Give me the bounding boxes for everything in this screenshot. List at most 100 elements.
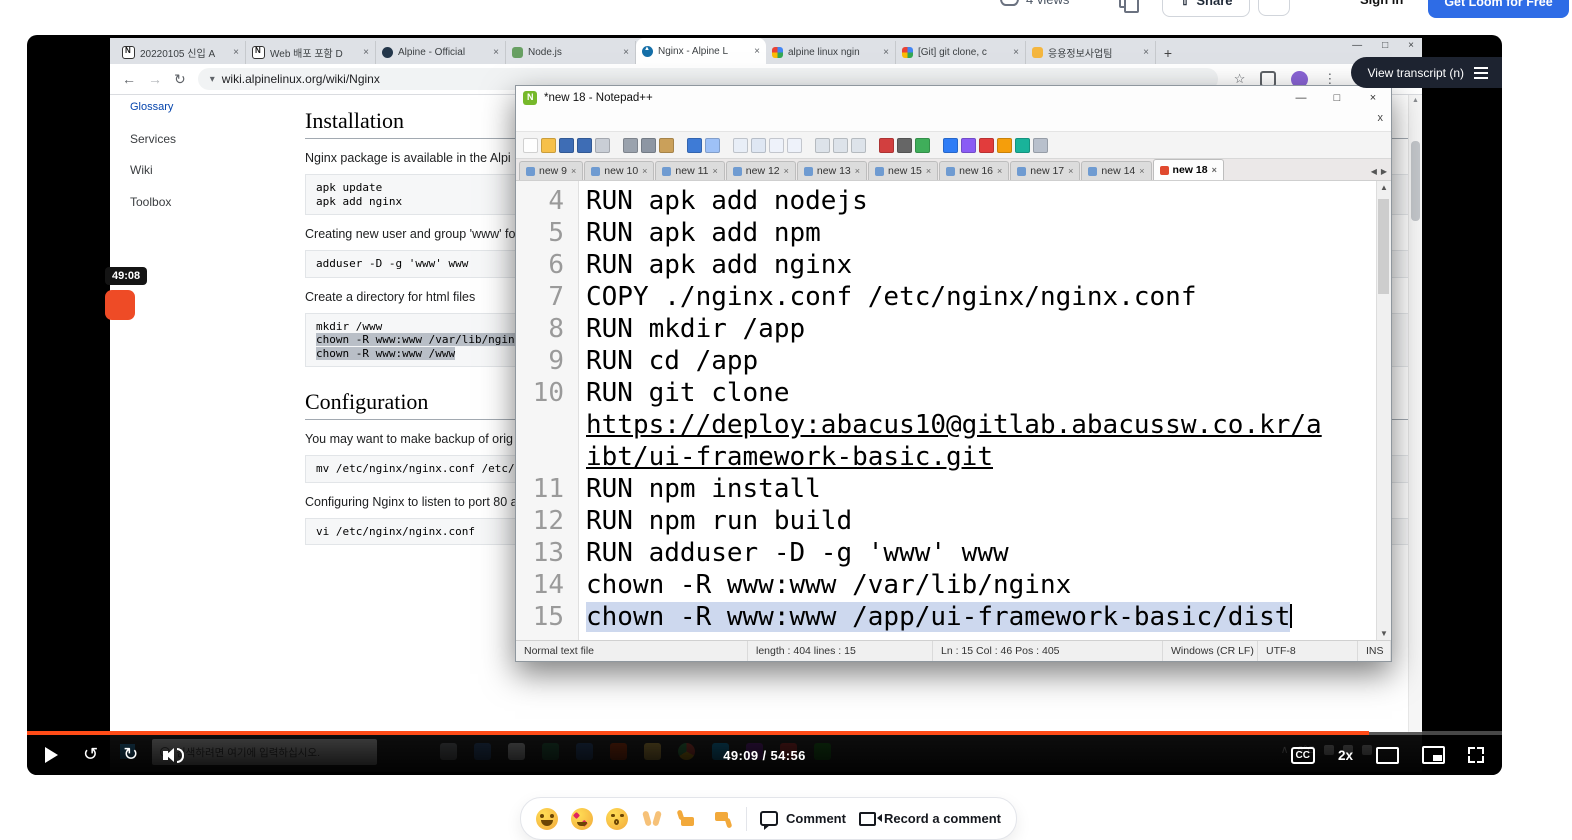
close-icon[interactable]: × bbox=[1355, 87, 1391, 110]
sign-in-button[interactable]: Sign in bbox=[1360, 0, 1403, 13]
menu-item[interactable] bbox=[568, 119, 580, 123]
scroll-up-icon[interactable]: ▲ bbox=[1409, 95, 1422, 104]
play-macro-icon[interactable] bbox=[915, 137, 930, 153]
captions-button[interactable]: CC bbox=[1290, 746, 1315, 764]
paste-icon[interactable] bbox=[659, 137, 674, 153]
reaction-emoji-button[interactable] bbox=[536, 807, 558, 830]
menubar-close-icon[interactable]: x bbox=[1378, 112, 1384, 124]
play-icon[interactable] bbox=[45, 747, 58, 763]
view-transcript-button[interactable]: View transcript (n) bbox=[1350, 57, 1502, 88]
menu-item[interactable] bbox=[604, 119, 616, 123]
reaction-emoji-button[interactable] bbox=[606, 807, 628, 830]
show-symbols-icon[interactable] bbox=[833, 137, 848, 153]
window-maximize-icon[interactable]: □ bbox=[1382, 40, 1388, 51]
editor[interactable]: 4 RUN apk add nodejs 5 RUN apk add npm 6 RUN … bbox=[516, 181, 1391, 640]
reaction-emoji-button[interactable] bbox=[711, 808, 733, 830]
copy-link-button[interactable] bbox=[1110, 0, 1142, 14]
tab-close-icon[interactable]: × bbox=[926, 166, 931, 176]
editor-scrollbar[interactable]: ▲ ▼ bbox=[1376, 181, 1391, 640]
tab-close-icon[interactable]: × bbox=[571, 166, 576, 176]
word-wrap-icon[interactable] bbox=[815, 137, 830, 153]
plugin-icon-3[interactable] bbox=[979, 137, 994, 153]
browser-tab[interactable]: [Git] git clone, c × bbox=[896, 41, 1026, 64]
tab-close-icon[interactable]: × bbox=[754, 46, 760, 57]
url-link[interactable]: https://deploy:abacus10@gitlab.abacussw.… bbox=[586, 409, 1331, 473]
menu-item[interactable] bbox=[520, 119, 532, 123]
find-icon[interactable] bbox=[733, 137, 748, 153]
save-icon[interactable] bbox=[559, 137, 574, 153]
document-tab[interactable]: new 17 × bbox=[1010, 161, 1081, 180]
stop-macro-icon[interactable] bbox=[897, 137, 912, 153]
tab-scroll-right-icon[interactable]: ▶ bbox=[1381, 167, 1387, 176]
theater-mode-icon[interactable] bbox=[1376, 746, 1399, 764]
plugin-icon-1[interactable] bbox=[943, 137, 958, 153]
minimize-icon[interactable]: — bbox=[1283, 87, 1319, 110]
forward-icon[interactable]: → bbox=[148, 71, 162, 87]
record-comment-button[interactable]: Record a comment bbox=[858, 811, 1001, 826]
document-tab[interactable]: new 13 × bbox=[796, 161, 868, 180]
tab-close-icon[interactable]: × bbox=[1068, 166, 1073, 176]
fullscreen-icon[interactable] bbox=[1468, 747, 1484, 763]
browser-tab[interactable]: 20220105 신입 A× bbox=[116, 41, 246, 64]
menu-item[interactable] bbox=[580, 119, 592, 123]
tab-close-icon[interactable]: × bbox=[883, 47, 889, 58]
browser-tab[interactable]: Nginx - Alpine L× bbox=[636, 38, 766, 64]
tab-close-icon[interactable]: × bbox=[623, 47, 629, 58]
tab-close-icon[interactable]: × bbox=[493, 47, 499, 58]
menu-item[interactable] bbox=[640, 119, 652, 123]
notepad-window[interactable]: *new 18 - Notepad++ —□× x bbox=[515, 85, 1392, 662]
menu-item[interactable] bbox=[628, 119, 640, 123]
browser-tab[interactable]: Web 배포 포함 D× bbox=[246, 41, 376, 64]
browser-tab[interactable]: alpine linux ngin × bbox=[766, 41, 896, 64]
plugin-icon-6[interactable] bbox=[1033, 137, 1048, 153]
document-tab[interactable]: new 9 × bbox=[519, 161, 584, 180]
print-icon[interactable] bbox=[595, 137, 610, 153]
indent-guide-icon[interactable] bbox=[851, 137, 866, 153]
undo-icon[interactable] bbox=[687, 137, 702, 153]
tab-close-icon[interactable]: × bbox=[1013, 47, 1019, 58]
replace-icon[interactable] bbox=[751, 137, 766, 153]
notepad-titlebar[interactable]: *new 18 - Notepad++ —□× bbox=[516, 86, 1391, 110]
toolbar-extra-button[interactable] bbox=[1258, 0, 1290, 16]
menu-item[interactable] bbox=[544, 119, 556, 123]
video-player[interactable]: 20220105 신입 A×Web 배포 포함 D×Alpine - Offic… bbox=[27, 35, 1502, 775]
tab-close-icon[interactable]: × bbox=[855, 166, 860, 176]
rewind-icon[interactable]: ↺ bbox=[83, 746, 98, 764]
document-tab[interactable]: new 12 × bbox=[725, 161, 796, 180]
zoom-in-icon[interactable] bbox=[769, 137, 784, 153]
zoom-out-icon[interactable] bbox=[787, 137, 802, 153]
scrollbar-thumb[interactable] bbox=[1411, 141, 1420, 221]
browser-tab[interactable]: Alpine - Official × bbox=[376, 41, 506, 64]
window-minimize-icon[interactable]: — bbox=[1352, 40, 1362, 51]
scrollbar-thumb[interactable] bbox=[1378, 199, 1389, 294]
browser-tab[interactable]: 응용정보사업팀 × bbox=[1026, 41, 1156, 64]
tab-scroll-left-icon[interactable]: ◀ bbox=[1371, 167, 1377, 176]
document-tab[interactable]: new 11 × bbox=[655, 161, 725, 180]
sidebar-link[interactable]: Glossary bbox=[130, 99, 285, 116]
plugin-icon-5[interactable] bbox=[1015, 137, 1030, 153]
scroll-up-icon[interactable]: ▲ bbox=[1380, 183, 1388, 192]
open-file-icon[interactable] bbox=[541, 137, 556, 153]
marker-thumbnail[interactable] bbox=[105, 290, 135, 320]
menu-item[interactable] bbox=[652, 119, 664, 123]
tab-close-icon[interactable]: × bbox=[1212, 165, 1217, 175]
tab-close-icon[interactable]: × bbox=[784, 166, 789, 176]
cta-button[interactable]: Get Loom for Free bbox=[1428, 0, 1569, 18]
reaction-emoji-button[interactable] bbox=[571, 807, 593, 830]
menu-item[interactable] bbox=[556, 119, 568, 123]
menu-item[interactable] bbox=[664, 119, 676, 123]
record-macro-icon[interactable] bbox=[879, 137, 894, 153]
reaction-emoji-button[interactable] bbox=[641, 808, 663, 830]
browser-tab[interactable]: Node.js × bbox=[506, 41, 636, 64]
tab-close-icon[interactable]: × bbox=[363, 47, 369, 58]
menu-item[interactable] bbox=[532, 119, 544, 123]
comment-marker[interactable]: 49:08 bbox=[105, 266, 148, 320]
back-icon[interactable]: ← bbox=[122, 71, 136, 87]
plugin-icon-2[interactable] bbox=[961, 137, 976, 153]
tab-close-icon[interactable]: × bbox=[997, 166, 1002, 176]
tab-close-icon[interactable]: × bbox=[1143, 47, 1149, 58]
copy-icon[interactable] bbox=[641, 137, 656, 153]
scroll-down-icon[interactable]: ▼ bbox=[1380, 629, 1388, 638]
document-tab[interactable]: new 18 × bbox=[1152, 159, 1224, 180]
maximize-icon[interactable]: □ bbox=[1319, 87, 1355, 110]
